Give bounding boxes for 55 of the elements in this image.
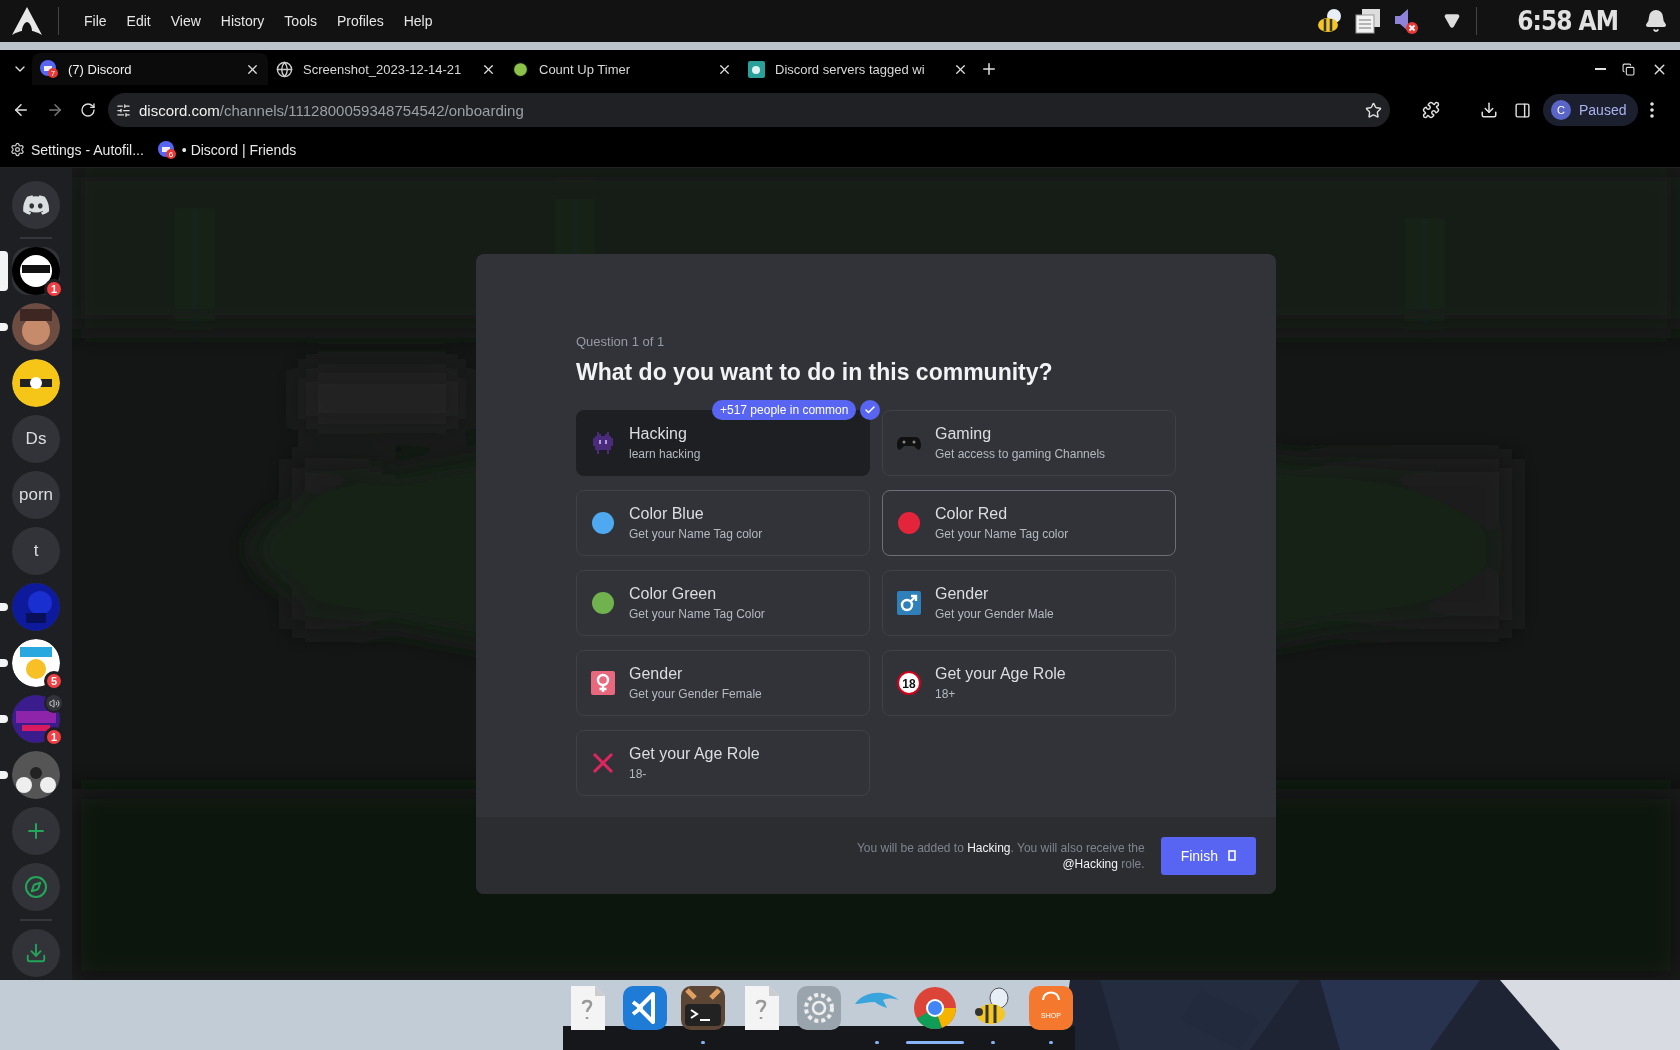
url-path: /channels/1112800059348754542/onboarding [219,101,524,119]
code-editor-icon[interactable] [623,986,667,1030]
browser-icon[interactable] [913,986,957,1030]
notification-bell-icon[interactable] [1644,9,1668,33]
server-icon[interactable]: porn [12,471,60,519]
puzzle-icon [1422,101,1440,119]
download-apps-button[interactable] [12,929,60,977]
bookmark-link[interactable]: Settings - Autofil... [10,141,144,158]
server-icon[interactable]: t [12,527,60,575]
profile-avatar: C [1551,100,1571,120]
speaker-muted-icon[interactable] [1392,7,1421,35]
download-icon [1480,101,1498,119]
reload-icon [80,102,96,118]
globe-icon [276,60,293,78]
menu-item[interactable]: File [79,13,112,29]
bookmark-link[interactable]: 6 • Discord | Friends [157,140,297,159]
server-favicon-icon [748,60,765,78]
discord-favicon-icon: 7 [40,60,58,78]
menu-item[interactable]: Help [398,13,438,29]
menu-item[interactable]: Tools [279,13,323,29]
clock-icon [512,60,529,78]
bookmark-star-icon[interactable] [1365,101,1382,119]
forward-arrow-icon [46,101,64,119]
menu-item[interactable]: History [215,13,270,29]
restore-icon [1622,62,1635,76]
download-icon [25,942,47,964]
dropdown-caret-icon[interactable] [1444,13,1461,29]
discord-logo-icon [23,195,49,215]
documents-icon[interactable] [1354,7,1383,35]
discord-favicon-icon: 6 [157,140,176,159]
settings-icon[interactable] [797,986,841,1030]
menu-item[interactable]: Edit [121,13,156,29]
terminal-icon[interactable] [681,986,725,1030]
mention-count-badge: 1 [44,727,64,747]
mention-count-badge: 5 [44,671,64,691]
address-bar[interactable]: discord.com/channels/1112800059348754542/onboarding [108,93,1390,127]
site-info-icon[interactable] [116,102,131,118]
menu-item[interactable]: View [165,13,206,29]
side-panel-icon [1514,101,1531,119]
settings-icon [10,142,25,157]
profile-button[interactable]: C Paused [1543,94,1639,126]
more-icon [1650,102,1655,118]
clock-time: 6:58 AM [1517,6,1618,36]
compass-icon [24,875,48,899]
arch-logo-icon[interactable] [12,7,42,35]
explore-button[interactable] [12,863,60,911]
mention-count-badge: 1 [44,279,64,299]
add-server-button[interactable] [12,807,60,855]
plus-icon [980,60,998,78]
minimize-icon [1595,68,1606,70]
browser-tab[interactable]: 7 (7) Discord [32,53,268,85]
menu-item[interactable]: Profiles [332,13,389,29]
url-host: discord.com [139,101,220,119]
server-icon[interactable]: Ds [12,415,60,463]
direct-messages-button[interactable] [12,181,60,229]
